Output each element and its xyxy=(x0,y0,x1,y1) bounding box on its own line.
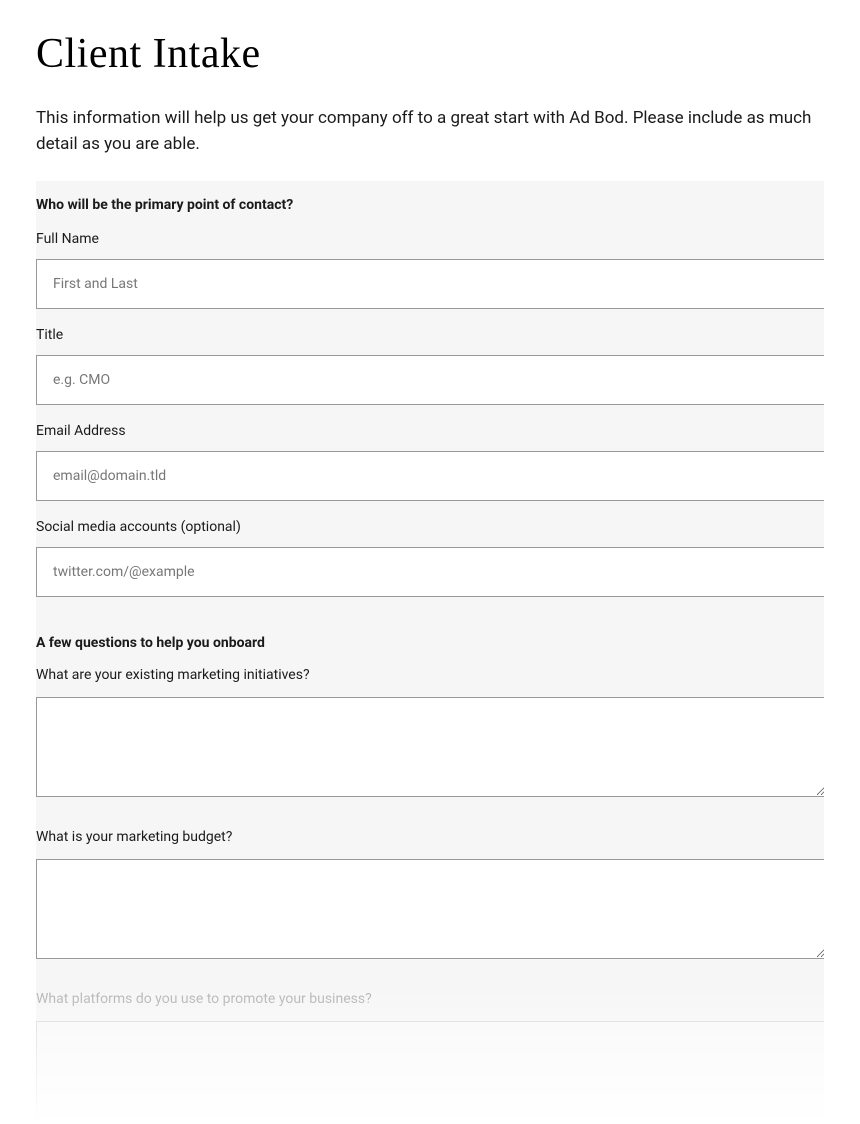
title-input[interactable] xyxy=(36,355,824,405)
platforms-group: What platforms do you use to promote you… xyxy=(36,991,824,1124)
platforms-label: What platforms do you use to promote you… xyxy=(36,991,824,1007)
budget-textarea[interactable] xyxy=(36,859,824,959)
page-title: Client Intake xyxy=(36,30,824,78)
budget-group: What is your marketing budget? xyxy=(36,829,824,963)
email-field-group: Email Address xyxy=(36,423,824,501)
initiatives-group: What are your existing marketing initiat… xyxy=(36,667,824,801)
initiatives-textarea[interactable] xyxy=(36,697,824,797)
platforms-textarea[interactable] xyxy=(36,1021,824,1121)
budget-label: What is your marketing budget? xyxy=(36,829,824,845)
form-section: Who will be the primary point of contact… xyxy=(36,181,824,1124)
social-label: Social media accounts (optional) xyxy=(36,519,824,535)
fullname-input[interactable] xyxy=(36,259,824,309)
fullname-label: Full Name xyxy=(36,231,824,247)
social-field-group: Social media accounts (optional) xyxy=(36,519,824,597)
social-input[interactable] xyxy=(36,547,824,597)
email-input[interactable] xyxy=(36,451,824,501)
email-label: Email Address xyxy=(36,423,824,439)
fullname-field-group: Full Name xyxy=(36,231,824,309)
title-label: Title xyxy=(36,327,824,343)
initiatives-label: What are your existing marketing initiat… xyxy=(36,667,824,683)
page-description: This information will help us get your c… xyxy=(36,106,824,157)
onboard-section-heading: A few questions to help you onboard xyxy=(36,615,824,667)
contact-section-heading: Who will be the primary point of contact… xyxy=(36,197,824,231)
title-field-group: Title xyxy=(36,327,824,405)
